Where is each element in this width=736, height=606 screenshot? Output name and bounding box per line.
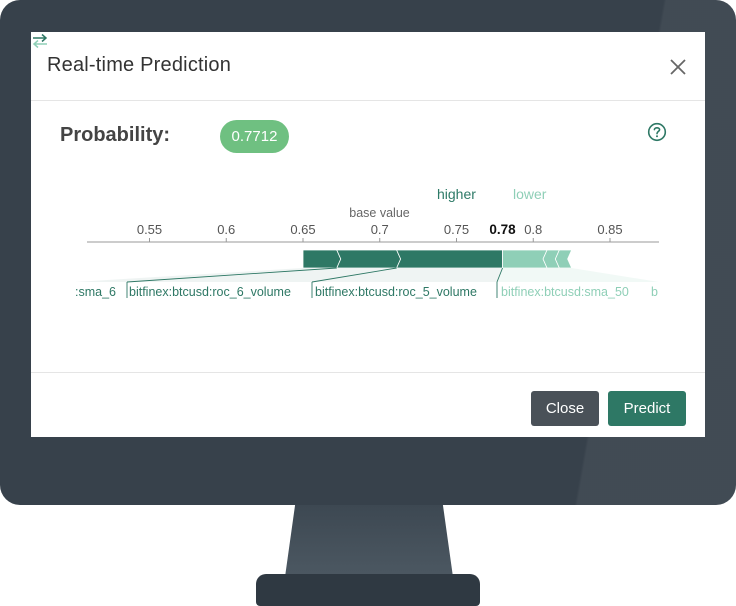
axis-tick-label: 0.85 <box>597 222 622 237</box>
feature-label: bitfinex:btcusd:roc_5_volume <box>315 285 477 299</box>
prediction-dialog: Real-time Prediction Probability: 0.7712… <box>31 32 705 437</box>
axis-tick-label: 0.7 <box>371 222 389 237</box>
axis-tick-label: 0.65 <box>290 222 315 237</box>
force-segment-lower <box>554 249 573 269</box>
force-segment-lower <box>502 249 548 269</box>
predict-button[interactable]: Predict <box>608 391 686 426</box>
force-segment-higher <box>302 249 342 269</box>
axis-tick-label: 0.6 <box>217 222 235 237</box>
monitor-stand-base <box>256 574 480 606</box>
axis-tick-label: 0.75 <box>444 222 469 237</box>
force-plot-chart: 0.55 0.6 0.65 0.7 0.75 0.8 0.85 base value 0.78:… <box>75 206 659 299</box>
fan-shade-lower <box>497 268 659 282</box>
feature-label: bitfinex:btcusd:roc_6_volume <box>129 285 291 299</box>
monitor-stand-neck <box>285 505 453 577</box>
close-button[interactable]: Close <box>531 391 599 426</box>
footer-divider <box>31 372 705 373</box>
feature-label: b <box>651 285 658 299</box>
feature-label: :sma_6 <box>75 285 116 299</box>
base-value-label: base value <box>349 206 410 220</box>
axis-tick-label: 0.8 <box>524 222 542 237</box>
axis-tick-label: 0.55 <box>137 222 162 237</box>
force-segment-higher <box>336 249 402 269</box>
fan-shade-higher <box>75 268 503 282</box>
feature-label: bitfinex:btcusd:sma_50 <box>501 285 629 299</box>
output-value-label: 0.78 <box>489 222 516 237</box>
force-segment-higher <box>396 249 503 269</box>
